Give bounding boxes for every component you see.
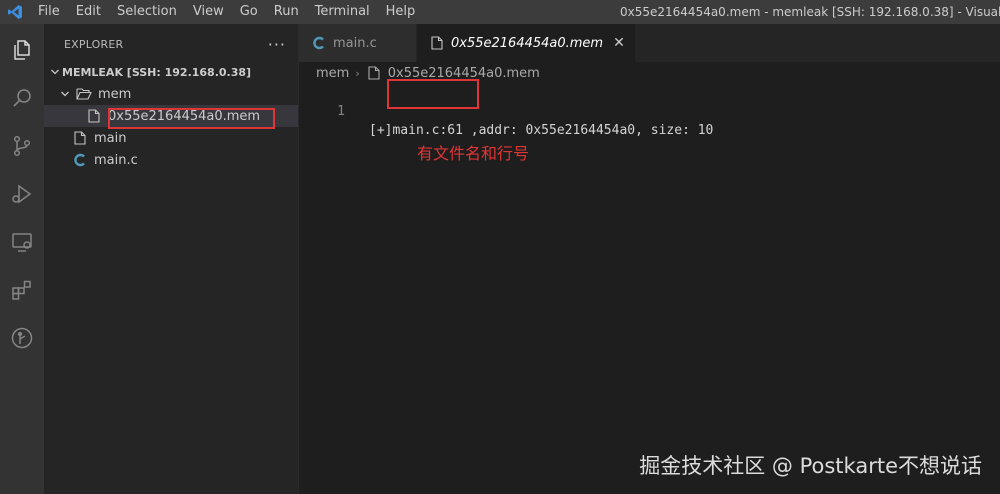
breadcrumb-folder[interactable]: mem bbox=[316, 66, 349, 81]
folder-open-icon bbox=[76, 86, 92, 102]
explorer-title: EXPLORER bbox=[64, 37, 124, 51]
c-file-icon bbox=[311, 35, 327, 51]
gitlens-icon[interactable] bbox=[0, 318, 44, 358]
menu-terminal[interactable]: Terminal bbox=[307, 0, 378, 24]
line-number: 1 bbox=[337, 104, 345, 119]
run-debug-icon[interactable] bbox=[0, 174, 44, 214]
tab-main-c[interactable]: main.c bbox=[299, 24, 417, 62]
chevron-down-icon bbox=[48, 67, 62, 77]
vscode-logo-icon bbox=[0, 0, 30, 24]
file-icon bbox=[72, 130, 88, 146]
breadcrumb-file[interactable]: 0x55e2164454a0.mem bbox=[388, 66, 540, 81]
file-icon bbox=[86, 108, 102, 124]
more-actions-icon[interactable]: ··· bbox=[268, 35, 286, 54]
explorer-header: EXPLORER ··· bbox=[44, 24, 298, 64]
tree-file-label: 0x55e2164454a0.mem bbox=[108, 108, 261, 124]
tree-file-mem[interactable]: 0x55e2164454a0.mem bbox=[44, 105, 298, 127]
tree-file-main[interactable]: main bbox=[44, 127, 298, 149]
line-text[interactable]: [+]main.c:61 ,addr: 0x55e2164454a0, size… bbox=[369, 121, 713, 140]
window-title: 0x55e2164454a0.mem - memleak [SSH: 192.1… bbox=[620, 5, 1000, 19]
source-control-icon[interactable] bbox=[0, 126, 44, 166]
annotation-text: 有文件名和行号 bbox=[417, 144, 530, 163]
tab-label: main.c bbox=[333, 35, 377, 51]
explorer-sidebar: EXPLORER ··· MEMLEAK [SSH: 192.168.0.38]… bbox=[44, 24, 299, 494]
menu-go[interactable]: Go bbox=[232, 0, 266, 24]
tab-mem-file[interactable]: 0x55e2164454a0.mem ✕ bbox=[417, 24, 636, 62]
tree-folder-label: mem bbox=[98, 86, 132, 102]
menu-edit[interactable]: Edit bbox=[68, 0, 109, 24]
menu-bar: File Edit Selection View Go Run Terminal… bbox=[30, 0, 423, 24]
breadcrumb: mem › 0x55e2164454a0.mem bbox=[316, 64, 540, 82]
watermark-text: 掘金技术社区 @ Postkarte不想说话 bbox=[639, 454, 982, 478]
workspace-root-label: MEMLEAK [SSH: 192.168.0.38] bbox=[62, 65, 252, 79]
close-icon[interactable]: ✕ bbox=[613, 35, 625, 51]
editor-line[interactable]: 1 [+]main.c:61 ,addr: 0x55e2164454a0, si… bbox=[299, 83, 999, 138]
title-bar: File Edit Selection View Go Run Terminal… bbox=[0, 0, 1000, 24]
file-icon bbox=[366, 65, 382, 81]
menu-file[interactable]: File bbox=[30, 0, 68, 24]
c-file-icon bbox=[72, 152, 88, 168]
menu-view[interactable]: View bbox=[185, 0, 232, 24]
menu-selection[interactable]: Selection bbox=[109, 0, 185, 24]
search-icon[interactable] bbox=[0, 78, 44, 118]
tree-folder-mem[interactable]: mem bbox=[44, 83, 298, 105]
remote-explorer-icon[interactable] bbox=[0, 222, 44, 262]
file-icon bbox=[429, 35, 445, 51]
tab-label: 0x55e2164454a0.mem bbox=[451, 35, 604, 51]
chevron-down-icon bbox=[58, 89, 72, 99]
tree-file-label: main.c bbox=[94, 152, 138, 168]
editor-tabs: main.c 0x55e2164454a0.mem ✕ bbox=[299, 24, 1000, 62]
workspace-root[interactable]: MEMLEAK [SSH: 192.168.0.38] bbox=[44, 61, 298, 83]
activity-bar bbox=[0, 24, 44, 494]
menu-help[interactable]: Help bbox=[378, 0, 424, 24]
explorer-icon[interactable] bbox=[0, 30, 44, 70]
tree-file-main-c[interactable]: main.c bbox=[44, 149, 298, 171]
menu-run[interactable]: Run bbox=[266, 0, 307, 24]
breadcrumb-separator: › bbox=[355, 66, 360, 80]
tree-file-label: main bbox=[94, 130, 127, 146]
extensions-icon[interactable] bbox=[0, 270, 44, 310]
